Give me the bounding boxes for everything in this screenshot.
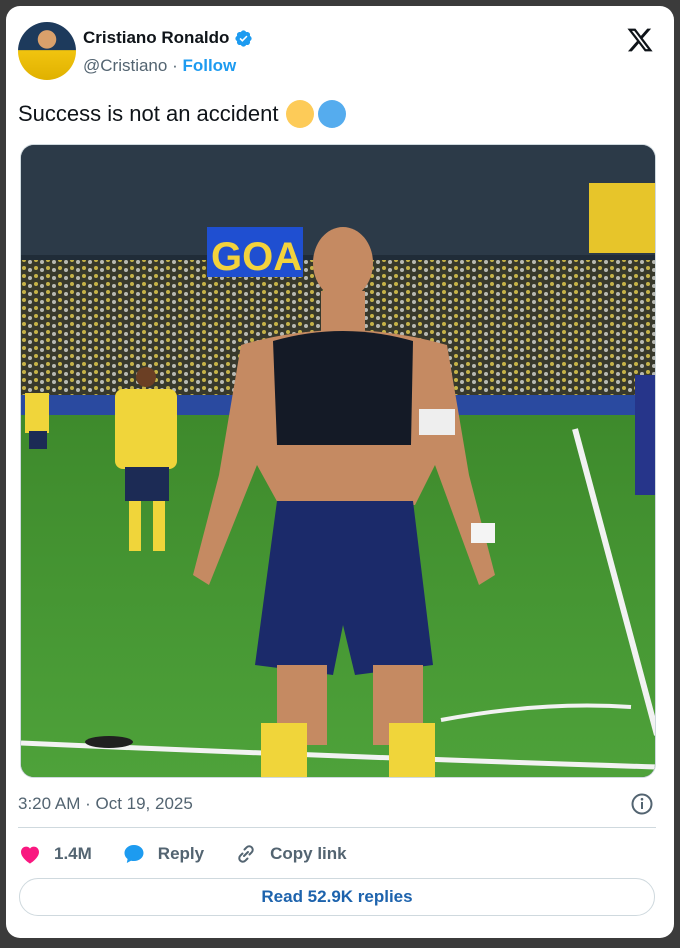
action-bar: 1.4M Reply Copy link xyxy=(18,840,377,868)
author-handle[interactable]: @Cristiano xyxy=(83,56,167,75)
read-replies-button[interactable]: Read 52.9K replies xyxy=(19,878,655,916)
tweet-photo[interactable]: GOA xyxy=(20,144,656,778)
reply-label: Reply xyxy=(157,844,205,863)
tweet-text: Success is not an accident xyxy=(18,101,279,126)
tweet-card: Cristiano Ronaldo @Cristiano · Follow Su… xyxy=(6,6,674,938)
separator: · xyxy=(167,56,183,75)
link-icon xyxy=(238,845,254,863)
like-button[interactable]: 1.4M xyxy=(18,842,92,866)
avatar[interactable] xyxy=(18,22,76,80)
author-name-row[interactable]: Cristiano Ronaldo xyxy=(83,28,253,48)
author-handle-row: @Cristiano · Follow xyxy=(83,56,236,76)
divider xyxy=(18,827,656,828)
heart-icon xyxy=(21,846,39,864)
stadium-photo: GOA xyxy=(21,145,655,777)
copy-link-label: Copy link xyxy=(270,844,347,863)
copy-link-button[interactable]: Copy link xyxy=(234,842,347,866)
reply-button[interactable]: Reply xyxy=(122,842,204,866)
tweet-timestamp[interactable]: 3:20 AM · Oct 19, 2025 xyxy=(18,794,193,814)
author-name[interactable]: Cristiano Ronaldo xyxy=(83,28,229,48)
verified-badge-icon xyxy=(235,29,253,47)
info-icon[interactable] xyxy=(630,792,654,816)
like-count: 1.4M xyxy=(54,844,92,863)
tweet-text-row: Success is not an accident xyxy=(18,100,347,128)
scoreboard-text: GOA xyxy=(211,235,302,279)
x-logo-icon[interactable] xyxy=(626,26,654,54)
follow-button[interactable]: Follow xyxy=(182,56,236,75)
reply-bubble-icon xyxy=(124,845,144,863)
tweet-header: Cristiano Ronaldo @Cristiano · Follow xyxy=(18,20,660,80)
yellow-circle-emoji xyxy=(286,100,315,128)
blue-circle-emoji xyxy=(318,100,347,128)
